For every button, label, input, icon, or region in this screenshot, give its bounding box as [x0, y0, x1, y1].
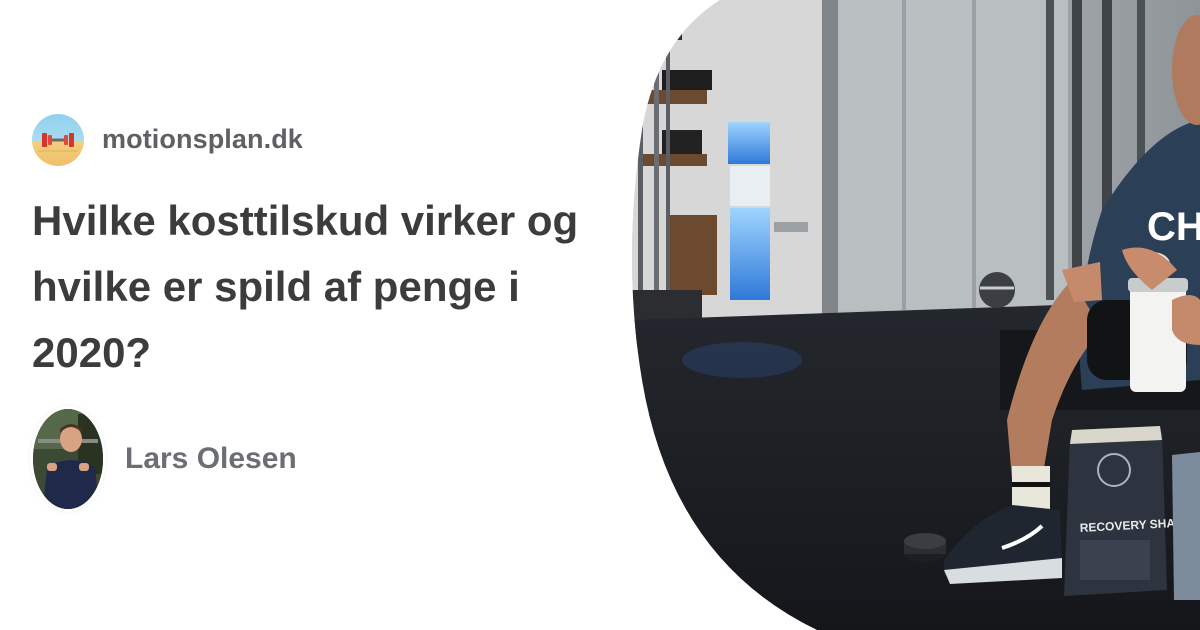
site-header[interactable]: motionsplan.dk [32, 113, 303, 166]
author-name[interactable]: Lars Olesen [125, 442, 297, 476]
gym-photo: CH RECOVERY SHAKE [632, 0, 1200, 630]
avatar [33, 409, 103, 509]
shirt-text: CH [1147, 205, 1200, 249]
site-name[interactable]: motionsplan.dk [102, 124, 303, 155]
site-logo [32, 113, 84, 166]
hero-photo: CH RECOVERY SHAKE [632, 0, 1200, 630]
author-byline: Lars Olesen [33, 409, 297, 509]
author-photo [33, 409, 103, 509]
share-card: motionsplan.dk Hvilke kosttilskud virker… [0, 0, 1200, 630]
article-title[interactable]: Hvilke kosttilskud virker og hvilke er s… [32, 188, 592, 386]
dumbbell-icon [38, 132, 78, 152]
